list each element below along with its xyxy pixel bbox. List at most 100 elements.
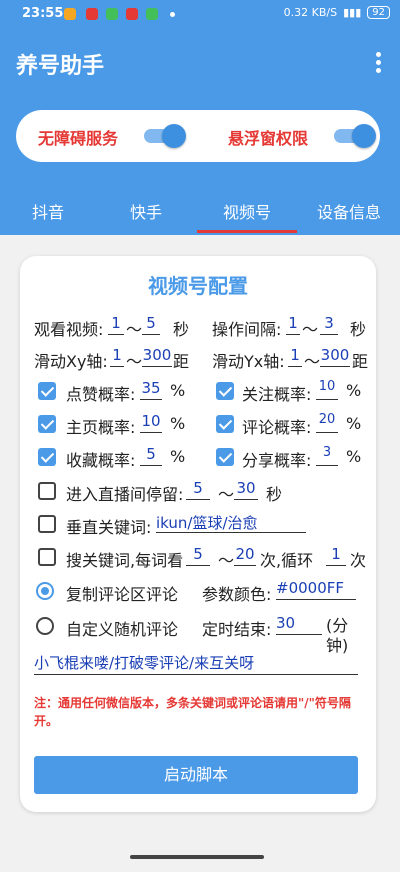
timer-unit: (分钟) [326,616,349,655]
app-title: 养号助手 [16,54,105,79]
watch-unit: 秒 [173,320,190,339]
live-label: 进入直播间停留: [66,485,184,504]
xy-unit: 距 [173,352,190,371]
tab-bar: 抖音 快手 视频号 设备信息 [0,185,400,235]
home-checkbox[interactable] [38,415,56,433]
start-script-button[interactable]: 启动脚本 [34,756,358,794]
interval-unit: 秒 [350,320,367,339]
usage-note: 注：通用任何微信版本，多条关键词或评论语请用"/"符号隔开。 [34,696,351,728]
keyword-checkbox[interactable] [38,515,56,533]
permissions-card: 无障碍服务 悬浮窗权限 [16,110,380,162]
timer-input[interactable]: 30 [276,614,322,635]
comment-label: 评论概率: [242,418,312,437]
like-label: 点赞概率: [66,385,136,404]
video-icon [126,8,138,20]
share-input[interactable]: 3 [316,445,338,466]
battery-icon: 92 [367,6,390,19]
share-checkbox[interactable] [216,448,234,466]
follow-checkbox[interactable] [216,382,234,400]
tilde: ～ [126,352,143,371]
signal-icon: ▮▮▮ [343,6,362,19]
search-min-input[interactable]: 5 [186,545,210,566]
custom-comments-radio[interactable] [36,617,54,635]
percent-label: % [170,414,186,433]
fav-label: 收藏概率: [66,451,136,470]
search-unit: 次 [350,551,367,570]
overlay-label: 悬浮窗权限 [228,129,309,148]
percent-label: % [346,381,362,400]
percent-label: % [170,447,186,466]
search-mid-label: 次,循环 [260,551,314,570]
more-menu-icon[interactable] [376,52,382,76]
color-label: 参数颜色: [202,585,272,604]
color-input[interactable]: #0000FF [276,579,356,600]
comment-input[interactable]: 20 [316,412,338,433]
copy-comments-label: 复制评论区评论 [66,585,179,604]
accessibility-switch[interactable] [144,124,186,148]
live-unit: 秒 [266,485,283,504]
follow-input[interactable]: 10 [316,379,338,400]
like-input[interactable]: 35 [140,379,162,400]
xy-max-input[interactable]: 300 [142,346,172,367]
copy-comments-radio[interactable] [36,582,54,600]
search-max-input[interactable]: 20 [234,545,256,566]
interval-label: 操作间隔: [212,320,282,339]
config-card: 视频号配置 观看视频: 1 ～ 5 秒 操作间隔: 1 ～ 3 秒 滑动Xy轴:… [20,256,376,812]
tab-device-info[interactable]: 设备信息 [314,199,384,223]
tab-shipinhao[interactable]: 视频号 [212,199,282,223]
timer-label: 定时结束: [202,620,272,639]
status-time: 23:55 [22,6,64,21]
config-title: 视频号配置 [148,274,248,298]
percent-label: % [170,381,186,400]
tilde: ～ [218,485,235,504]
weibo-icon [64,8,76,20]
tab-douyin[interactable]: 抖音 [28,199,68,223]
home-label: 主页概率: [66,418,136,437]
yx-max-input[interactable]: 300 [320,346,350,367]
yx-label: 滑动Yx轴: [212,352,285,371]
yx-min-input[interactable]: 1 [288,346,302,367]
search-label: 搜关键词,每词看 [66,551,184,570]
yx-unit: 距 [352,352,369,371]
interval-max-input[interactable]: 3 [320,314,338,335]
comments-input[interactable]: 小飞棍来喽/打破零评论/来互关呀 [34,652,358,675]
tilde: ～ [302,320,319,339]
like-checkbox[interactable] [38,382,56,400]
app-green-icon [106,8,118,20]
comment-checkbox[interactable] [216,415,234,433]
home-input[interactable]: 10 [140,412,162,433]
percent-label: % [346,414,362,433]
tilde: ～ [304,352,321,371]
keyword-input[interactable]: ikun/篮球/治愈 [156,512,306,533]
watch-label: 观看视频: [34,320,104,339]
status-right: 0.32 KB/S ▮▮▮ 92 [284,6,390,19]
interval-min-input[interactable]: 1 [286,314,300,335]
speed-text: 0.32 KB/S [283,6,338,19]
gesture-bar [130,855,264,859]
tilde: ～ [126,320,143,339]
share-label: 分享概率: [242,451,312,470]
search-checkbox[interactable] [38,548,56,566]
dot-icon [170,12,175,17]
custom-comments-label: 自定义随机评论 [66,620,179,639]
app-bar: 23:55 0.32 KB/S ▮▮▮ 92 养号助手 无障碍服务 悬浮窗权限 … [0,0,400,235]
tilde: ～ [218,551,235,570]
status-bar: 23:55 0.32 KB/S ▮▮▮ 92 [0,0,400,30]
fav-input[interactable]: 5 [140,445,162,466]
live-checkbox[interactable] [38,482,56,500]
keyword-label: 垂直关键词: [66,518,152,537]
search-loop-input[interactable]: 1 [326,545,346,566]
percent-label: % [346,447,362,466]
tab-kuaishou[interactable]: 快手 [126,199,166,223]
live-max-input[interactable]: 30 [234,479,258,500]
watch-max-input[interactable]: 5 [142,314,160,335]
fav-checkbox[interactable] [38,448,56,466]
watch-min-input[interactable]: 1 [108,314,124,335]
live-min-input[interactable]: 5 [186,479,210,500]
wechat-icon [146,8,158,20]
notify-icon [86,8,98,20]
xy-min-input[interactable]: 1 [110,346,124,367]
accessibility-label: 无障碍服务 [38,129,119,148]
follow-label: 关注概率: [242,385,312,404]
overlay-switch[interactable] [334,124,376,148]
